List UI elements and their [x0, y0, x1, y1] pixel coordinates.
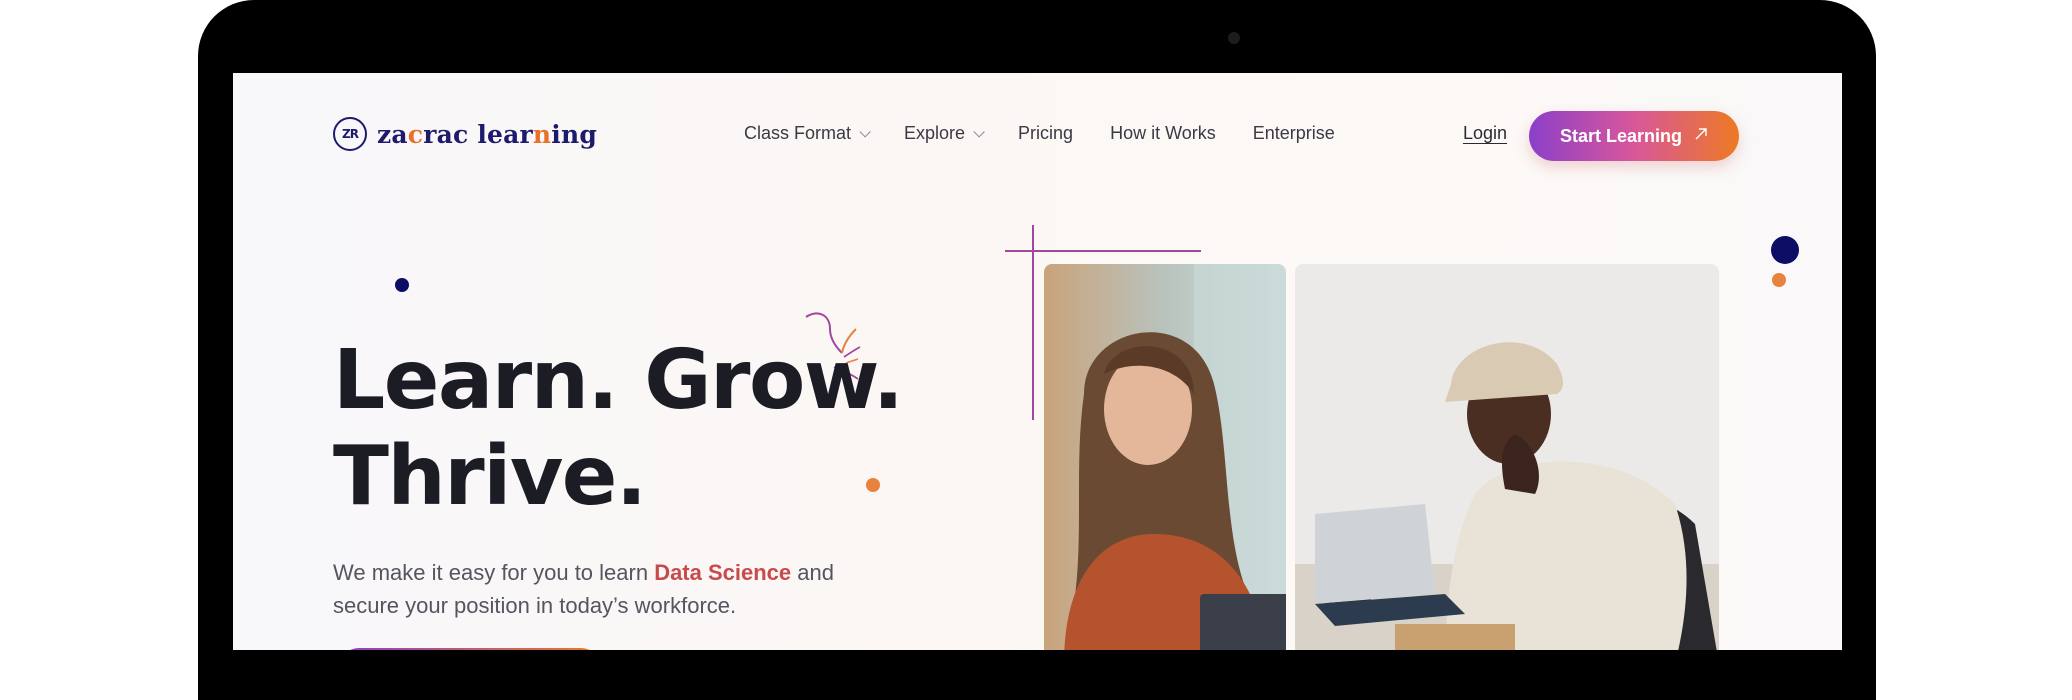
brand-logo[interactable]: ZR zacrac learning [333, 117, 597, 151]
highlight-data-science: Data Science [654, 560, 792, 585]
decor-line-vertical [1032, 225, 1034, 420]
login-link[interactable]: Login [1463, 123, 1507, 144]
woman-studying-photo [1044, 264, 1286, 650]
website-screen: ZR zacrac learning Class Format Explore … [233, 73, 1842, 650]
hero-subtitle: We make it easy for you to learn Data Sc… [333, 560, 834, 618]
hero-title: Learn. Grow. Thrive. [333, 333, 904, 525]
hero-title-line-1: Learn. Grow. [333, 333, 904, 428]
decor-dot-orange-small [1772, 273, 1786, 287]
nav-item-pricing[interactable]: Pricing [1018, 123, 1073, 144]
main-nav: Class Format Explore Pricing How it Work… [744, 123, 1372, 144]
nav-item-enterprise[interactable]: Enterprise [1253, 123, 1335, 144]
camera-dot [1228, 32, 1240, 44]
chevron-down-icon [973, 125, 985, 138]
start-learning-label: Start Learning [1559, 125, 1683, 146]
decor-line-horizontal [1005, 250, 1201, 252]
nav-item-how-it-works[interactable]: How it Works [1110, 123, 1216, 144]
chevron-down-icon [859, 125, 871, 138]
logo-mark-icon: ZR [333, 117, 367, 151]
decor-dot-navy-small [395, 278, 409, 292]
nav-item-explore[interactable]: Explore [904, 123, 985, 144]
hero-title-line-2: Thrive. [333, 429, 647, 524]
brand-name: zacrac learning [377, 119, 598, 149]
nav-item-class-format[interactable]: Class Format [744, 123, 871, 144]
arrow-up-right-icon [1694, 127, 1708, 146]
start-learning-button[interactable]: Start Learning [1529, 111, 1739, 161]
decor-dot-navy-large [1771, 236, 1799, 264]
man-at-laptop-photo [1295, 264, 1719, 650]
